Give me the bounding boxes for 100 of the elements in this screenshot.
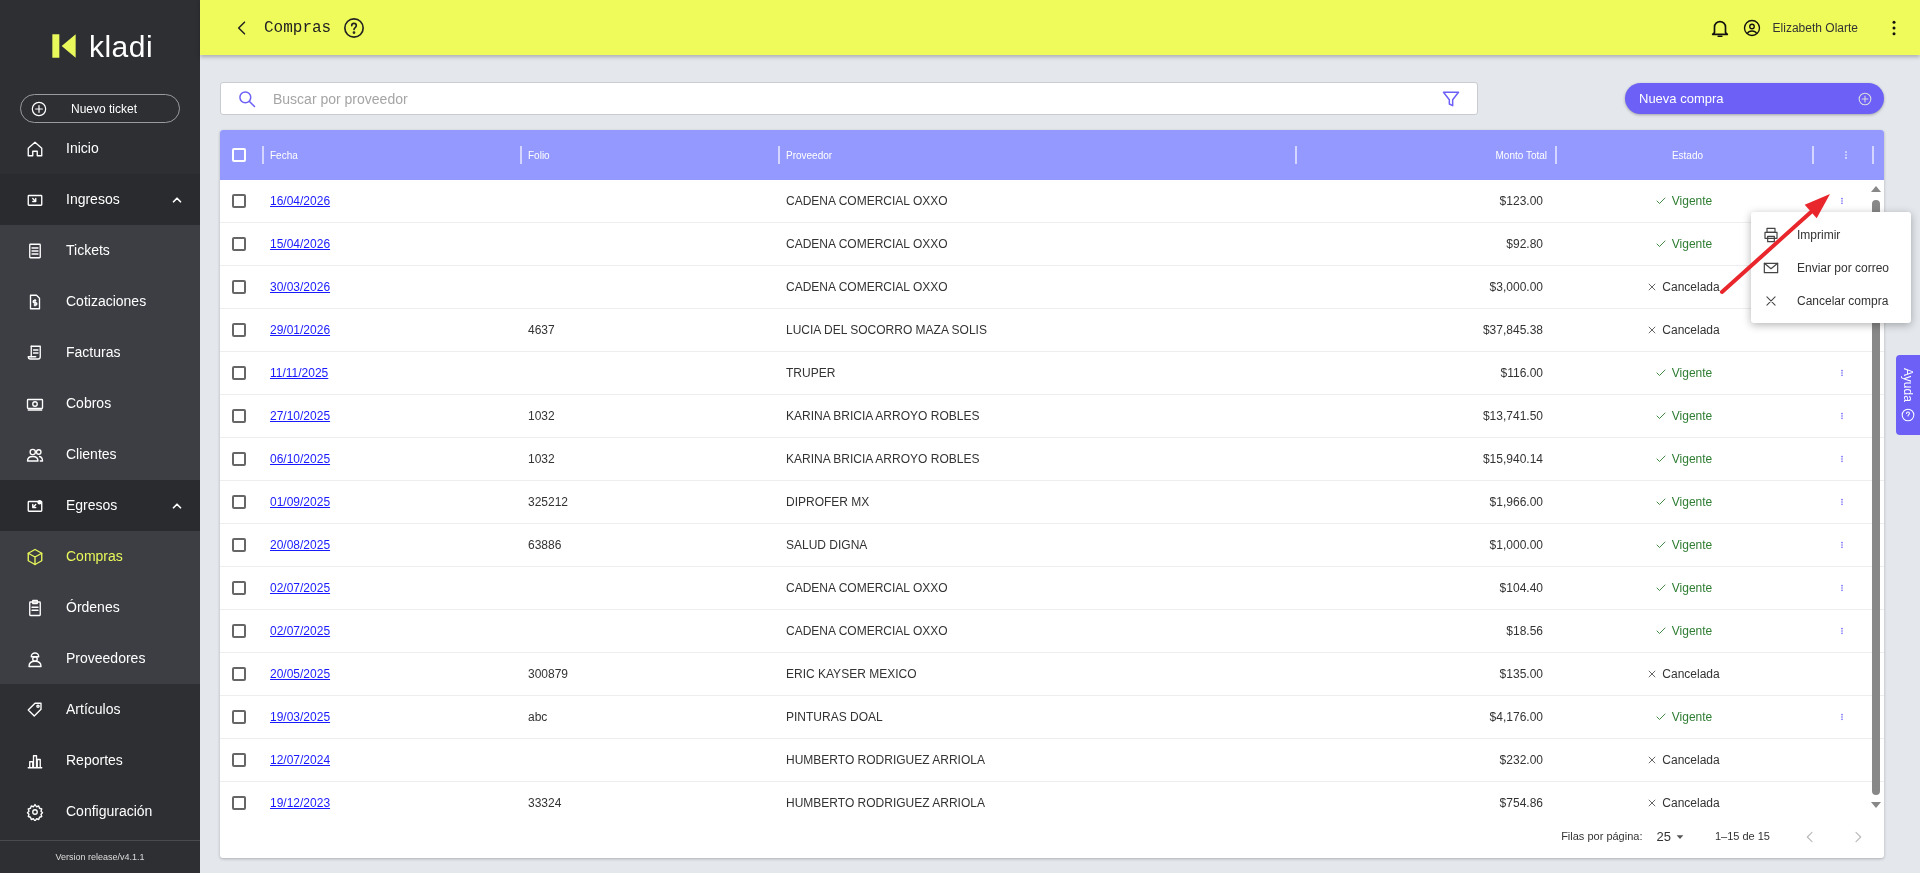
- status-text: Vigente: [1671, 580, 1713, 597]
- sidebar-item[interactable]: Clientes: [0, 429, 200, 480]
- sidebar-item[interactable]: Inicio: [0, 123, 200, 174]
- provider-text: CADENA COMERCIAL OXXO: [786, 280, 948, 294]
- folio-text: abc: [528, 710, 548, 724]
- folio-text: 300879: [528, 667, 569, 681]
- provider-text: KARINA BRICIA ARROYO ROBLES: [786, 452, 980, 466]
- sidebar-item[interactable]: Artículos: [0, 684, 200, 735]
- provider-text: PINTURAS DOAL: [786, 710, 883, 724]
- amount-text: $18.56: [1506, 624, 1543, 638]
- status-text: Cancelada: [1662, 279, 1720, 296]
- date-link[interactable]: 11/11/2025: [262, 366, 329, 380]
- provider-text: CADENA COMERCIAL OXXO: [786, 581, 948, 595]
- status-text: Vigente: [1671, 451, 1713, 468]
- date-link[interactable]: 20/05/2025: [262, 667, 331, 681]
- page-title: Compras: [264, 17, 332, 39]
- sidebar-item[interactable]: Compras: [0, 531, 200, 582]
- sidebar-item[interactable]: Proveedores: [0, 633, 200, 684]
- folio-text: 325212: [528, 495, 569, 509]
- status-text: Cancelada: [1662, 322, 1720, 339]
- amount-text: $754.86: [1499, 796, 1543, 810]
- amount-text: $4,176.00: [1489, 710, 1543, 724]
- status-text: Vigente: [1671, 193, 1713, 210]
- sidebar-item[interactable]: Egresos: [0, 480, 200, 531]
- rows-per-page-select[interactable]: 25: [1656, 826, 1685, 847]
- status-text: Cancelada: [1662, 795, 1720, 812]
- date-link[interactable]: 30/03/2026: [262, 280, 331, 294]
- amount-text: $116.00: [1500, 366, 1543, 380]
- date-link[interactable]: 02/07/2025: [262, 624, 331, 638]
- version-text: Version release/v4.1.1: [0, 839, 200, 873]
- column-header: Estado: [1671, 148, 1704, 163]
- column-header: Folio: [528, 148, 550, 163]
- status-text: Vigente: [1671, 365, 1713, 382]
- provider-text: DIPROFER MX: [786, 495, 870, 509]
- search-bar[interactable]: Buscar por proveedor: [220, 82, 1478, 115]
- help-tab[interactable]: Ayuda: [1896, 355, 1920, 435]
- sidebar-item[interactable]: Cobros: [0, 378, 200, 429]
- date-link[interactable]: 27/10/2025: [262, 409, 331, 423]
- rows-per-page-label: Filas por página:: [1561, 829, 1643, 845]
- date-link[interactable]: 20/08/2025: [262, 538, 331, 552]
- amount-text: $13,741.50: [1482, 409, 1543, 423]
- menu-item[interactable]: Enviar por correo: [1751, 251, 1911, 284]
- provider-text: CADENA COMERCIAL OXXO: [786, 194, 948, 208]
- sidebar-item[interactable]: Tickets: [0, 225, 200, 276]
- menu-item[interactable]: Cancelar compra: [1751, 284, 1911, 317]
- date-link[interactable]: 16/04/2026: [262, 194, 331, 208]
- provider-text: HUMBERTO RODRIGUEZ ARRIOLA: [786, 796, 985, 810]
- provider-text: LUCIA DEL SOCORRO MAZA SOLIS: [786, 323, 987, 337]
- status-text: Vigente: [1671, 408, 1713, 425]
- amount-text: $123.00: [1499, 194, 1543, 208]
- sidebar-item[interactable]: Cotizaciones: [0, 276, 200, 327]
- date-link[interactable]: 01/09/2025: [262, 495, 331, 509]
- sidebar-item[interactable]: Configuración: [0, 786, 200, 837]
- status-text: Vigente: [1671, 709, 1713, 726]
- status-text: Cancelada: [1662, 666, 1720, 683]
- folio-text: 1032: [528, 452, 555, 466]
- column-header: Fecha: [270, 148, 298, 163]
- sidebar-item[interactable]: Facturas: [0, 327, 200, 378]
- amount-text: $3,000.00: [1489, 280, 1543, 294]
- new-purchase-button[interactable]: Nueva compra: [1625, 83, 1884, 114]
- column-header: Proveedor: [786, 148, 833, 163]
- status-text: Vigente: [1671, 236, 1713, 253]
- folio-text: 63886: [528, 538, 562, 552]
- amount-text: $232.00: [1499, 753, 1543, 767]
- amount-text: $135.00: [1499, 667, 1543, 681]
- amount-text: $37,845.38: [1482, 323, 1543, 337]
- sidebar-item[interactable]: Ingresos: [0, 174, 200, 225]
- amount-text: $1,966.00: [1489, 495, 1543, 509]
- provider-text: ERIC KAYSER MEXICO: [786, 667, 917, 681]
- date-link[interactable]: 19/03/2025: [262, 710, 331, 724]
- provider-text: TRUPER: [786, 366, 836, 380]
- sidebar-item[interactable]: Reportes: [0, 735, 200, 786]
- status-text: Vigente: [1671, 494, 1713, 511]
- date-link[interactable]: 12/07/2024: [262, 753, 331, 767]
- amount-text: $104.40: [1499, 581, 1543, 595]
- provider-text: HUMBERTO RODRIGUEZ ARRIOLA: [786, 753, 985, 767]
- date-link[interactable]: 06/10/2025: [262, 452, 331, 466]
- amount-text: $1,000.00: [1489, 538, 1543, 552]
- folio-text: 1032: [528, 409, 555, 423]
- menu-item[interactable]: Imprimir: [1751, 218, 1911, 251]
- status-text: Vigente: [1671, 623, 1713, 640]
- sidebar-item[interactable]: Órdenes: [0, 582, 200, 633]
- user-name[interactable]: Elizabeth Olarte: [1772, 18, 1858, 37]
- logo-text: kladi: [88, 28, 154, 65]
- date-link[interactable]: 29/01/2026: [262, 323, 331, 337]
- status-text: Cancelada: [1662, 752, 1720, 769]
- amount-text: $15,940.14: [1482, 452, 1543, 466]
- status-text: Vigente: [1671, 537, 1713, 554]
- date-link[interactable]: 19/12/2023: [262, 796, 331, 810]
- provider-text: CADENA COMERCIAL OXXO: [786, 237, 948, 251]
- folio-text: 4637: [528, 323, 555, 337]
- provider-text: KARINA BRICIA ARROYO ROBLES: [786, 409, 980, 423]
- provider-text: CADENA COMERCIAL OXXO: [786, 624, 948, 638]
- date-link[interactable]: 15/04/2026: [262, 237, 331, 251]
- column-header: Monto Total: [1495, 148, 1547, 163]
- date-link[interactable]: 02/07/2025: [262, 581, 331, 595]
- amount-text: $92.80: [1506, 237, 1543, 251]
- provider-text: SALUD DIGNA: [786, 538, 868, 552]
- page-range: 1–15 de 15: [1714, 829, 1770, 845]
- folio-text: 33324: [528, 796, 562, 810]
